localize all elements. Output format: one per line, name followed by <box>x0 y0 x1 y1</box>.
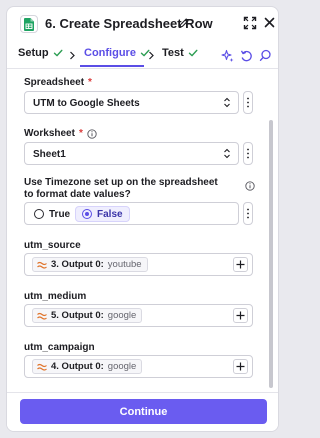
spreadsheet-value: UTM to Google Sheets <box>33 98 140 109</box>
step-output-icon <box>37 312 47 320</box>
active-tab-indicator <box>80 65 144 67</box>
pill-step: 3. Output 0: <box>51 259 104 270</box>
timezone-more-button[interactable] <box>243 202 253 225</box>
worksheet-more-button[interactable] <box>243 142 253 165</box>
tab-setup-label: Setup <box>18 47 49 59</box>
configure-form: Spreadsheet * UTM to Google Sheets Worksh… <box>7 70 278 392</box>
radio-true[interactable]: True <box>28 206 76 222</box>
step-output-icon <box>37 363 47 371</box>
updown-chevron-icon <box>224 148 230 159</box>
tab-test-label: Test <box>162 47 184 59</box>
radio-unchecked-icon <box>34 209 44 219</box>
pill-step: 4. Output 0: <box>51 361 104 372</box>
kebab-icon <box>247 208 249 219</box>
radio-checked-icon <box>82 209 92 219</box>
worksheet-label: Worksheet * <box>24 128 97 139</box>
updown-chevron-icon <box>224 97 230 108</box>
tab-configure[interactable]: Configure <box>84 47 150 59</box>
radio-false[interactable]: False <box>75 206 130 222</box>
kebab-icon <box>247 148 249 159</box>
tab-configure-label: Configure <box>84 47 136 59</box>
pill-step: 5. Output 0: <box>51 310 104 321</box>
step-output-icon <box>37 261 47 269</box>
timezone-radio-group: True False <box>24 202 239 225</box>
utm-medium-label: utm_medium <box>24 291 87 302</box>
tab-test[interactable]: Test <box>162 47 198 59</box>
info-icon[interactable] <box>87 128 97 139</box>
edit-icon[interactable] <box>178 17 190 29</box>
utm-medium-field[interactable]: 5. Output 0: google <box>24 304 253 327</box>
google-sheets-icon <box>20 15 38 33</box>
chevron-right-icon <box>70 51 75 60</box>
utm-campaign-label: utm_campaign <box>24 342 95 353</box>
plus-icon <box>236 311 245 320</box>
utm-source-label: utm_source <box>24 240 81 251</box>
continue-button[interactable]: Continue <box>20 399 267 424</box>
worksheet-select[interactable]: Sheet1 <box>24 142 239 165</box>
sparkle-icon[interactable] <box>221 49 234 62</box>
plus-icon <box>236 362 245 371</box>
add-value-button[interactable] <box>233 308 248 323</box>
worksheet-value: Sheet1 <box>33 149 66 160</box>
mapped-value-pill[interactable]: 3. Output 0: youtube <box>32 257 148 272</box>
add-value-button[interactable] <box>233 359 248 374</box>
check-icon <box>53 49 63 57</box>
info-icon[interactable] <box>245 181 255 191</box>
chevron-right-icon <box>149 51 154 60</box>
timezone-label: Use Timezone set up on the spreadsheet t… <box>24 177 218 200</box>
pill-value: youtube <box>107 259 142 270</box>
utm-source-field[interactable]: 3. Output 0: youtube <box>24 253 253 276</box>
spreadsheet-select[interactable]: UTM to Google Sheets <box>24 91 239 114</box>
tab-setup[interactable]: Setup <box>18 47 63 59</box>
spreadsheet-label: Spreadsheet * <box>24 77 92 88</box>
radio-true-label: True <box>49 208 71 220</box>
search-icon[interactable] <box>259 49 272 62</box>
radio-false-label: False <box>97 208 123 220</box>
step-editor-panel: 6. Create Spreadsheet Row Setup Configur… <box>6 6 279 432</box>
mapped-value-pill[interactable]: 4. Output 0: google <box>32 359 143 374</box>
utm-campaign-field[interactable]: 4. Output 0: google <box>24 355 253 378</box>
panel-header: 6. Create Spreadsheet Row <box>7 7 278 41</box>
pill-value: google <box>107 310 137 321</box>
spreadsheet-more-button[interactable] <box>243 91 253 114</box>
scrollbar-thumb[interactable] <box>269 120 273 388</box>
panel-footer: Continue <box>7 392 278 431</box>
add-value-button[interactable] <box>233 257 248 272</box>
undo-icon[interactable] <box>240 49 253 62</box>
plus-icon <box>236 260 245 269</box>
close-icon[interactable] <box>263 16 276 29</box>
step-tabs: Setup Configure Test <box>7 41 278 69</box>
expand-icon[interactable] <box>243 16 257 30</box>
kebab-icon <box>247 97 249 108</box>
mapped-value-pill[interactable]: 5. Output 0: google <box>32 308 143 323</box>
pill-value: google <box>107 361 137 372</box>
check-icon <box>188 49 198 57</box>
